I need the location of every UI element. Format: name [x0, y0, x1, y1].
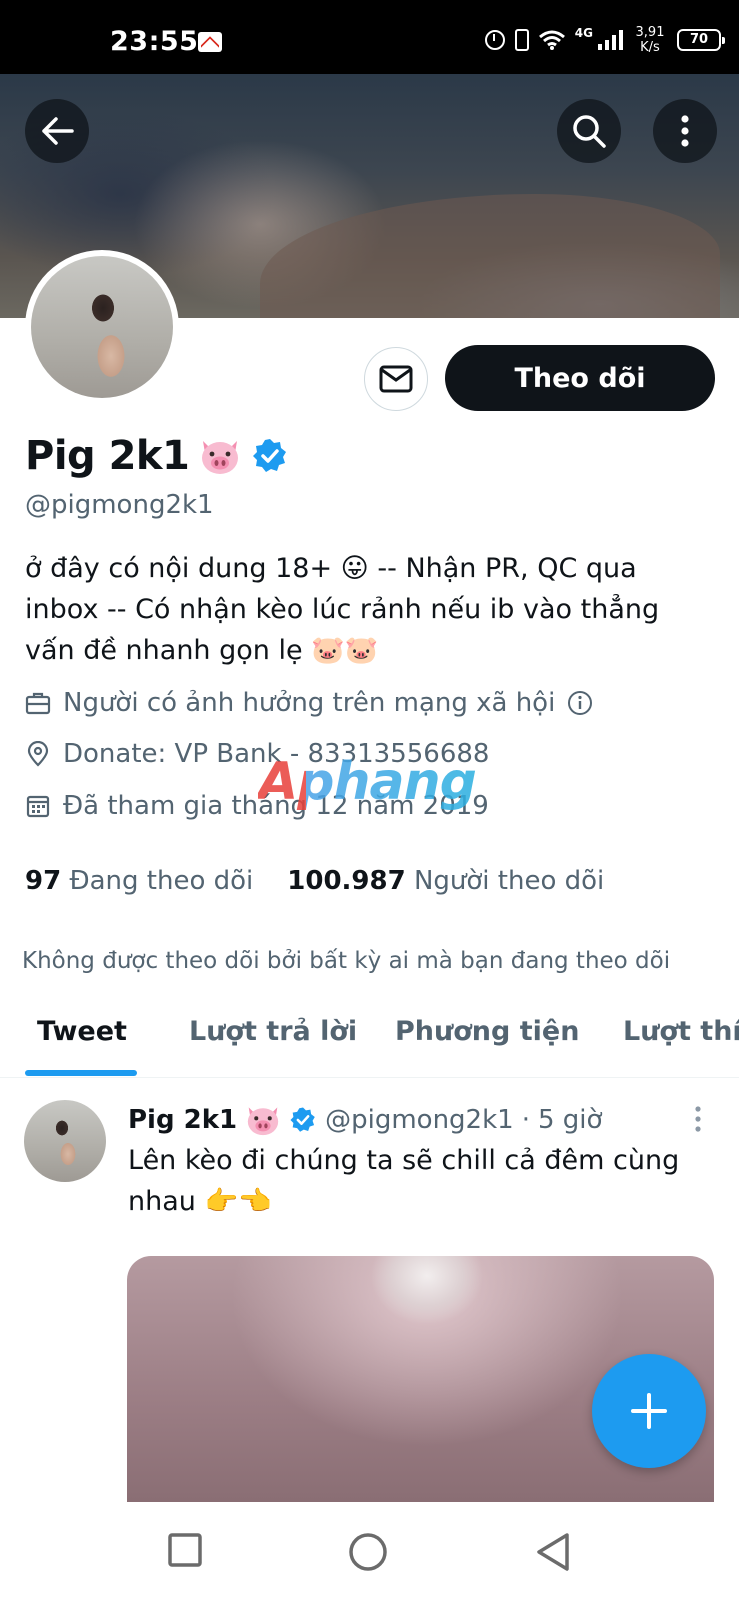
- profile-bio: ở đây có nội dung 18+ 😛 -- Nhận PR, QC q…: [25, 548, 715, 671]
- tweet-text-line: Lên kèo đi chúng ta sẽ chill cả đêm cùng: [128, 1145, 680, 1176]
- follow-button[interactable]: Theo dõi: [445, 345, 715, 411]
- status-time: 23:55: [110, 26, 199, 57]
- following-count: 97: [25, 866, 62, 896]
- tweet-separator: ·: [521, 1105, 530, 1135]
- banner-image-shape: [260, 194, 720, 318]
- following-link[interactable]: 97 Đang theo dõi: [25, 866, 253, 896]
- tweet-time[interactable]: 5 giờ: [538, 1105, 602, 1135]
- speed-unit: K/s: [640, 40, 660, 55]
- briefcase-icon: [25, 692, 51, 715]
- more-options-button[interactable]: [653, 99, 717, 163]
- recents-button[interactable]: [167, 1532, 203, 1572]
- compose-tweet-button[interactable]: [592, 1354, 706, 1468]
- tab-replies[interactable]: Lượt trả lời: [189, 1016, 357, 1047]
- location-pin-icon: [27, 741, 49, 767]
- home-button[interactable]: [348, 1532, 388, 1576]
- info-icon[interactable]: [567, 690, 593, 716]
- tweet-more-button[interactable]: [688, 1104, 708, 1134]
- network-type: 4G: [574, 26, 593, 40]
- pig-face-icon: [199, 437, 241, 475]
- gmail-icon: [198, 32, 222, 52]
- active-tab-indicator: [25, 1070, 137, 1076]
- profile-name-row: Pig 2k1: [25, 430, 289, 482]
- back-button[interactable]: [25, 99, 89, 163]
- followers-link[interactable]: 100.987 Người theo dõi: [287, 866, 604, 896]
- follow-stats: 97 Đang theo dõi 100.987 Người theo dõi: [25, 866, 604, 896]
- following-label: Đang theo dõi: [69, 866, 254, 896]
- message-button[interactable]: [364, 347, 428, 411]
- tweet-text: Lên kèo đi chúng ta sẽ chill cả đêm cùng…: [128, 1140, 708, 1222]
- back-nav-button[interactable]: [535, 1532, 571, 1576]
- verified-badge-icon: [253, 439, 287, 472]
- more-vertical-icon: [681, 115, 689, 147]
- tweet-header: Pig 2k1 @pigmong2k1 · 5 giờ: [128, 1100, 602, 1140]
- tweet-handle[interactable]: @pigmong2k1: [325, 1105, 514, 1135]
- wifi-icon: [538, 30, 565, 50]
- alarm-icon: [484, 30, 505, 50]
- home-circle-icon: [349, 1533, 387, 1571]
- more-vertical-icon: [695, 1106, 701, 1132]
- tweet-avatar[interactable]: [24, 1100, 106, 1182]
- bio-line: inbox -- Có nhận kèo lúc rảnh nếu ib vào…: [25, 594, 660, 625]
- search-button[interactable]: [557, 99, 621, 163]
- followers-label: Người theo dõi: [413, 866, 605, 896]
- tab-tweets[interactable]: Tweet: [37, 1016, 127, 1047]
- tab-likes[interactable]: Lượt thích: [623, 1016, 739, 1047]
- bio-line: vấn đề nhanh gọn lẹ 🐷🐷: [25, 635, 379, 666]
- arrow-left-icon: [42, 117, 74, 145]
- network-speed: 3,91 K/s: [633, 25, 667, 55]
- status-icons: 4G 3,91 K/s 70: [484, 24, 725, 56]
- display-name: Pig 2k1: [25, 433, 190, 479]
- recents-square-icon: [168, 1533, 202, 1567]
- bio-line: ở đây có nội dung 18+ 😛 -- Nhận PR, QC q…: [25, 553, 637, 584]
- tweet-text-line: nhau 👉👈: [128, 1186, 272, 1217]
- profile-avatar[interactable]: [25, 250, 179, 404]
- battery-icon: 70: [677, 29, 725, 51]
- profile-handle: @pigmong2k1: [25, 490, 214, 520]
- watermark-logo: Aphang: [258, 752, 477, 812]
- status-bar: 23:55 4G 3,91 K/s 70: [0, 0, 739, 74]
- system-nav-bar: [0, 1502, 739, 1600]
- category-text: Người có ảnh hưởng trên mạng xã hội: [63, 688, 556, 718]
- search-icon: [573, 115, 606, 148]
- avatar-image: [31, 256, 173, 398]
- plus-icon: [631, 1393, 667, 1429]
- back-triangle-icon: [537, 1533, 569, 1571]
- verified-badge-icon: [290, 1107, 315, 1132]
- profile-tabs: Tweet Lượt trả lời Phương tiện Lượt thíc…: [0, 1000, 739, 1078]
- followers-count: 100.987: [287, 866, 406, 896]
- tweet-author-name[interactable]: Pig 2k1: [128, 1105, 237, 1135]
- vibrate-icon: [514, 29, 529, 51]
- speed-value: 3,91: [635, 25, 665, 40]
- tab-media[interactable]: Phương tiện: [395, 1016, 579, 1047]
- calendar-icon: [26, 795, 50, 818]
- pig-face-icon: [247, 1107, 279, 1136]
- mail-icon: [379, 365, 413, 393]
- profile-category: Người có ảnh hưởng trên mạng xã hội: [25, 683, 593, 723]
- not-followed-note: Không được theo dõi bởi bất kỳ ai mà bạn…: [22, 948, 671, 974]
- signal-icon: [597, 30, 623, 50]
